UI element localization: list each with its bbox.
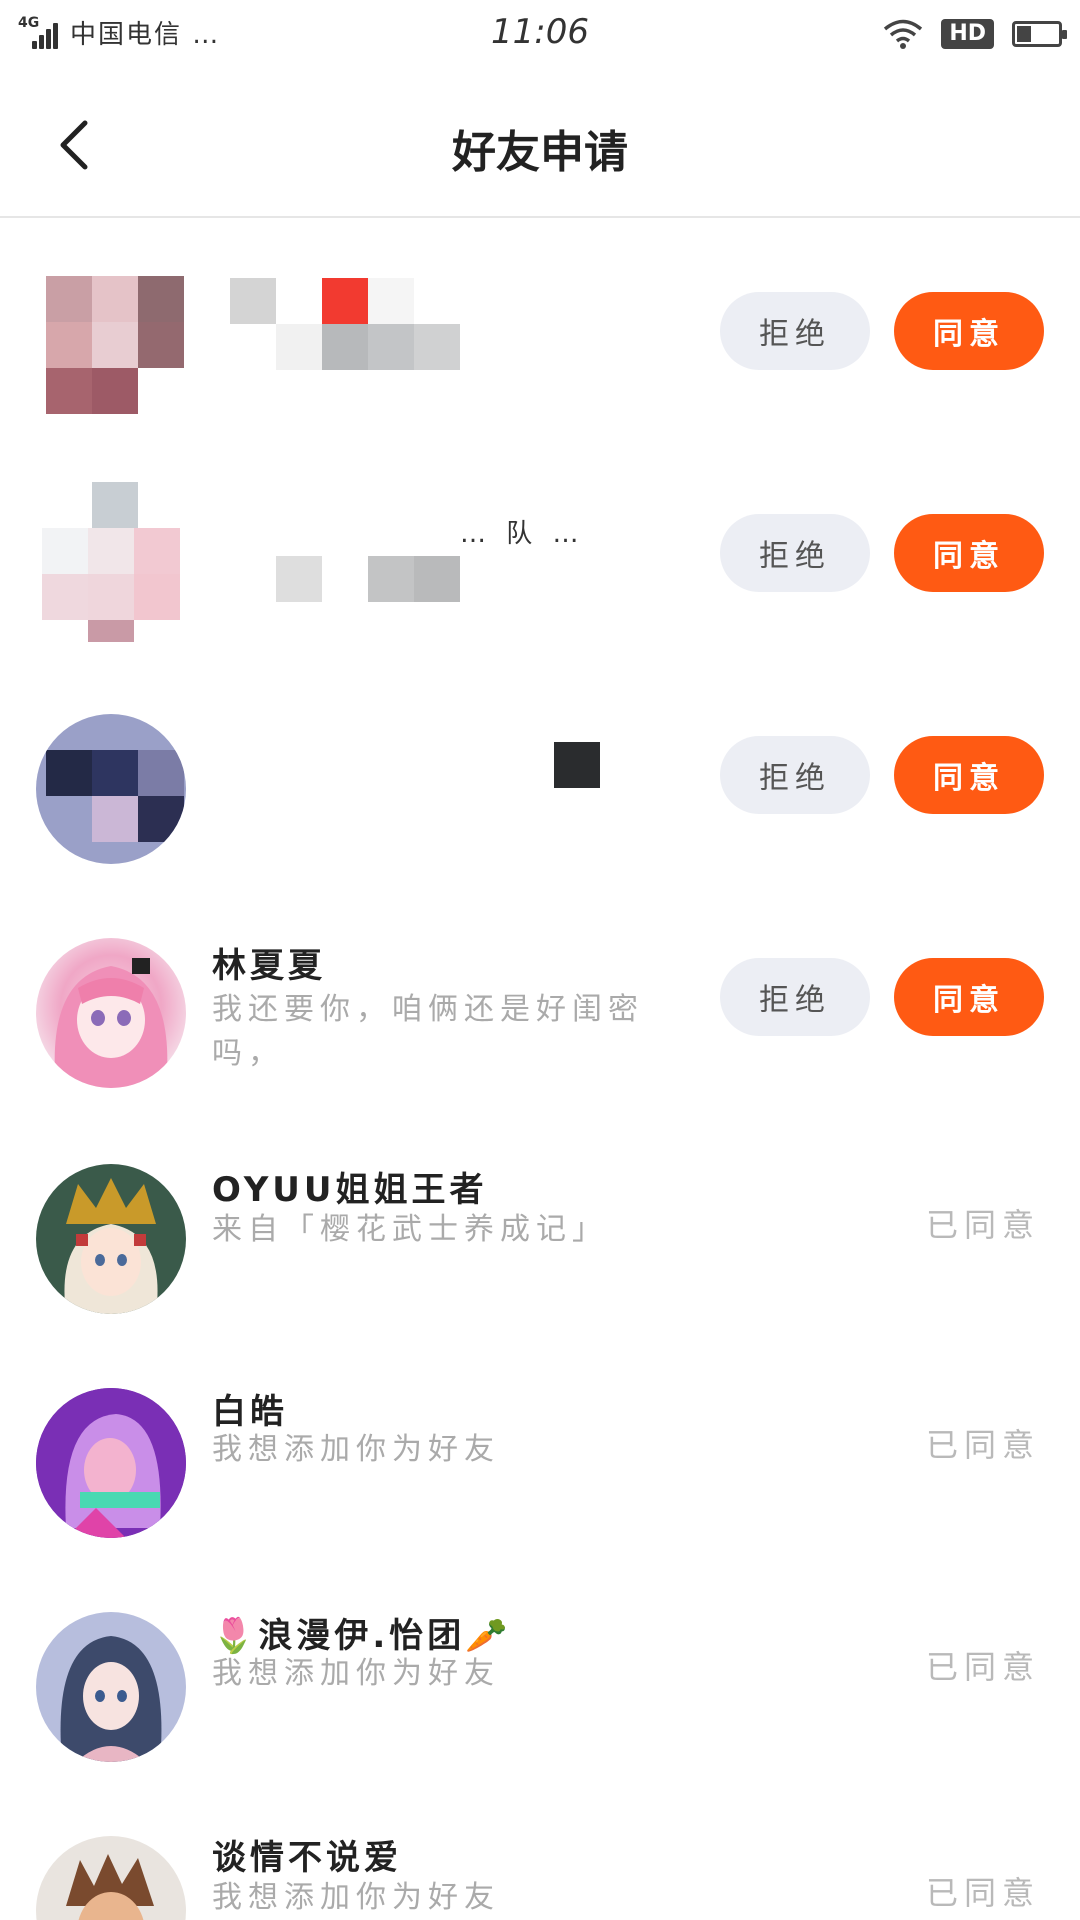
accept-button[interactable]: 同意	[894, 958, 1044, 1036]
hd-badge: HD	[941, 19, 994, 49]
avatar	[36, 1836, 186, 1920]
avatar	[42, 482, 188, 642]
accept-button[interactable]: 同意	[894, 514, 1044, 592]
requester-name: 谈情不说爱	[212, 1838, 402, 1878]
accepted-status: 已同意	[925, 1206, 1040, 1244]
requester-name: OYUU姐姐王者	[212, 1170, 488, 1210]
accepted-status: 已同意	[925, 1426, 1040, 1464]
status-bar: 4G 中国电信 … 11:06 HD	[0, 0, 1080, 72]
avatar	[36, 938, 186, 1088]
page-title: 好友申请	[452, 127, 628, 178]
accepted-status: 已同意	[925, 1648, 1040, 1686]
request-message: … 队 …	[460, 519, 585, 549]
accepted-status: 已同意	[925, 1874, 1040, 1912]
name-mosaic	[276, 556, 462, 602]
request-message: 我想添加你为好友	[212, 1656, 500, 1691]
avatar	[36, 714, 186, 864]
request-message: 我想添加你为好友	[212, 1432, 500, 1467]
status-right: HD	[883, 18, 1067, 50]
accept-button[interactable]: 同意	[894, 736, 1044, 814]
avatar	[36, 1612, 186, 1762]
name-mosaic	[554, 742, 600, 788]
list-item: 拒绝 同意	[0, 662, 1080, 884]
avatar	[46, 276, 186, 416]
friend-request-list: 拒绝 同意 … 队 … 拒绝 同意 拒绝 同意 林夏夏 我还要你，咱俩还是好闺密…	[0, 218, 1080, 1920]
reject-button[interactable]: 拒绝	[720, 292, 870, 370]
reject-button[interactable]: 拒绝	[720, 736, 870, 814]
name-mosaic	[230, 278, 462, 370]
list-item: OYUU姐姐王者 来自「樱花武士养成记」 已同意	[0, 1106, 1080, 1328]
list-item: 白皓 我想添加你为好友 已同意	[0, 1328, 1080, 1550]
requester-name: 林夏夏	[212, 946, 326, 986]
reject-button[interactable]: 拒绝	[720, 958, 870, 1036]
navbar: 好友申请	[0, 72, 1080, 218]
reject-button[interactable]: 拒绝	[720, 514, 870, 592]
battery-icon	[1012, 21, 1067, 47]
requester-name: 白皓	[212, 1392, 288, 1432]
list-item: 林夏夏 我还要你，咱俩还是好闺密吗， 拒绝 同意	[0, 884, 1080, 1106]
wifi-icon	[884, 19, 923, 49]
list-item: 拒绝 同意	[0, 218, 1080, 440]
request-message: 我还要你，咱俩还是好闺密吗，	[212, 992, 644, 1071]
request-message: 来自「樱花武士养成记」	[212, 1212, 608, 1247]
list-item: … 队 … 拒绝 同意	[0, 440, 1080, 662]
list-item: 🌷浪漫伊.怡团🥕 我想添加你为好友 已同意	[0, 1550, 1080, 1772]
request-message: 我想添加你为好友	[212, 1880, 500, 1915]
accept-button[interactable]: 同意	[894, 292, 1044, 370]
avatar	[36, 1164, 186, 1314]
requester-name: 🌷浪漫伊.怡团🥕	[212, 1616, 512, 1656]
list-item: 谈情不说爱 我想添加你为好友 已同意	[0, 1772, 1080, 1920]
avatar	[36, 1388, 186, 1538]
